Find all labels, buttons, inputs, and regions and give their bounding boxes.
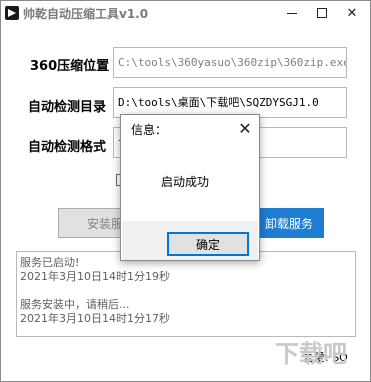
maximize-icon bbox=[317, 8, 327, 18]
dialog-message: 启动成功 bbox=[161, 175, 210, 189]
log-line: 2021年3月10日14时1分17秒 bbox=[20, 312, 170, 325]
app-window: 帅乾自动压缩工具v1.0 ✕ 360压缩位置 C:\tools\360yasuo… bbox=[0, 0, 371, 382]
watermark-text: 下载吧 bbox=[275, 340, 347, 368]
title-bar[interactable]: 帅乾自动压缩工具v1.0 ✕ bbox=[1, 1, 370, 25]
log-spacer bbox=[20, 284, 352, 298]
log-line: 2021年3月10日14时1分19秒 bbox=[20, 270, 170, 283]
minimize-button[interactable] bbox=[277, 1, 307, 25]
watermark-logo: 下载吧 bbox=[275, 340, 347, 368]
ok-button[interactable]: 确定 bbox=[167, 232, 249, 256]
app-logo-icon bbox=[5, 6, 19, 20]
info-dialog: 信息： ✕ 启动成功 确定 bbox=[120, 114, 260, 261]
zip-path-label: 360压缩位置 bbox=[30, 59, 110, 74]
maximize-button[interactable] bbox=[307, 1, 337, 25]
dialog-close-button[interactable]: ✕ bbox=[235, 118, 255, 138]
window-title: 帅乾自动压缩工具v1.0 bbox=[23, 7, 149, 21]
close-button[interactable]: ✕ bbox=[337, 1, 367, 25]
log-panel[interactable]: 服务已启动! 2021年3月10日14时1分19秒 服务安装中，请稍后... 2… bbox=[16, 251, 356, 337]
close-icon: ✕ bbox=[238, 118, 252, 138]
minimize-icon bbox=[287, 12, 297, 14]
dialog-title: 信息： bbox=[131, 123, 168, 137]
watch-format-label: 自动检测格式 bbox=[28, 140, 107, 155]
log-line: 服务安装中，请稍后... bbox=[20, 298, 130, 311]
watch-dir-label: 自动检测目录 bbox=[28, 100, 107, 115]
zip-path-field[interactable]: C:\tools\360yasuo\360zip\360zip.exe bbox=[113, 47, 347, 78]
close-icon: ✕ bbox=[346, 5, 358, 21]
